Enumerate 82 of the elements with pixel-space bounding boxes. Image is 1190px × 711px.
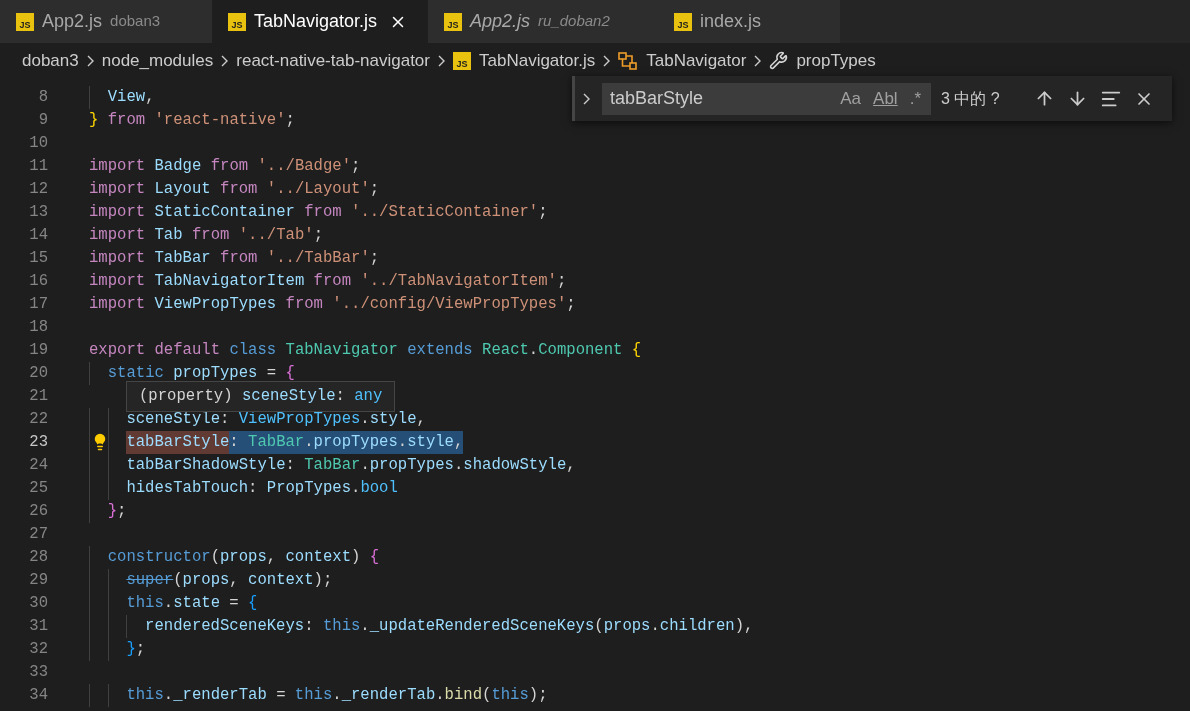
chevron-icon	[583, 92, 590, 105]
code-line: View,	[89, 86, 155, 109]
code-line: import TabBar from '../TabBar';	[89, 248, 380, 269]
code-line: import Tab from '../Tab';	[89, 225, 323, 246]
line-number: 17	[28, 293, 48, 315]
search-option-toggle[interactable]: .*	[907, 90, 923, 107]
code-line: super(props, context);	[89, 569, 333, 592]
editor-tab[interactable]: JS App2.js ru_doban2	[428, 0, 658, 43]
line-number: 20	[28, 362, 48, 384]
line-number: 31	[28, 615, 48, 637]
line-number: 28	[28, 546, 48, 568]
js-file-icon: JS	[16, 12, 34, 31]
editor-tab[interactable]: JS index.js	[658, 0, 840, 43]
code-line: import StaticContainer from '../StaticContainer';	[89, 202, 548, 223]
breadcrumb-item[interactable]: react-native-tab-navigator	[236, 47, 430, 74]
wrench-icon	[769, 51, 789, 70]
breadcrumb-item[interactable]: node_modules	[101, 47, 214, 74]
code-line: export default class TabNavigator extends React.Component {	[89, 340, 642, 361]
tab-description: ru_doban2	[538, 11, 610, 32]
code-line: tabBarStyle: TabBar.propTypes.style,	[89, 431, 464, 454]
js-file-icon: JS	[453, 51, 471, 70]
search-option-toggle[interactable]: Abl	[871, 90, 900, 107]
tab-label: App2.js	[42, 10, 103, 33]
code-line: import Badge from '../Badge';	[89, 156, 361, 177]
chevron-icon	[438, 54, 445, 67]
tab-description: doban3	[110, 11, 161, 32]
line-number: 32	[28, 638, 48, 660]
find-input-field[interactable]: tabBarStyle Aa Abl .*	[602, 82, 931, 115]
code-line: this.state = {	[89, 592, 258, 615]
code-line: import Layout from '../Layout';	[89, 179, 380, 200]
breadcrumb-item[interactable]: propTypes	[796, 47, 876, 74]
js-file-icon: JS	[444, 12, 462, 31]
match-count: 3 中的 ?	[941, 88, 1000, 109]
search-option-toggle[interactable]: Aa	[838, 90, 864, 107]
line-number: 24	[28, 454, 48, 476]
chevron-icon	[221, 54, 229, 67]
code-line: hidesTabTouch: PropTypes.bool	[89, 477, 398, 500]
hover-tooltip: (property) sceneStyle: any	[126, 381, 396, 412]
line-number: 27	[28, 523, 48, 545]
chevron-icon	[603, 54, 611, 67]
code-line: };	[89, 638, 146, 661]
line-number: 9	[37, 109, 48, 131]
chevron-icon	[754, 54, 762, 67]
code-line: };	[89, 500, 127, 523]
code-line: this._renderTab = this._renderTab.bind(this);	[89, 684, 548, 707]
line-number: 29	[28, 569, 48, 591]
line-number: 11	[28, 155, 48, 177]
breadcrumb-item[interactable]: doban3	[22, 47, 79, 74]
editor-tab[interactable]: JS App2.js doban3	[0, 0, 212, 43]
class-symbol-icon	[618, 51, 639, 70]
code-line: tabBarShadowStyle: TabBar.propTypes.shadowStyle,	[89, 454, 576, 477]
tab-label: App2.js	[470, 10, 531, 33]
line-number: 23	[28, 431, 48, 453]
line-number: 25	[28, 477, 48, 499]
js-file-icon: JS	[228, 12, 246, 31]
breadcrumb-item[interactable]: TabNavigator.js	[479, 47, 596, 74]
line-number: 12	[28, 178, 48, 200]
line-number: 18	[28, 316, 48, 338]
line-number: 19	[28, 339, 48, 361]
code-line: import TabNavigatorItem from '../TabNavigatorItem';	[89, 271, 567, 292]
tab-label: index.js	[700, 10, 762, 33]
code-line: import ViewPropTypes from '../config/ViewPropTypes';	[89, 294, 576, 315]
breadcrumb-item[interactable]: TabNavigator	[646, 47, 747, 74]
js-file-icon: JS	[674, 12, 692, 31]
line-number: 30	[28, 592, 48, 614]
line-number: 34	[28, 684, 48, 706]
chevron-icon	[86, 54, 94, 67]
code-line: constructor(props, context) {	[89, 546, 380, 569]
line-number: 13	[28, 201, 48, 223]
editor-tab[interactable]: JS TabNavigator.js	[212, 0, 428, 43]
line-number: 22	[28, 408, 48, 430]
line-number: 14	[28, 224, 48, 246]
line-number: 10	[28, 132, 48, 154]
line-number: 26	[28, 500, 48, 522]
line-number: 15	[28, 247, 48, 269]
line-number: 33	[28, 661, 48, 683]
code-line: renderedSceneKeys: this._updateRenderedSceneKeys(props.children),	[89, 615, 754, 638]
line-number: 21	[28, 385, 48, 407]
code-line: } from 'react-native';	[89, 110, 295, 131]
line-number: 8	[37, 86, 48, 108]
line-number: 16	[28, 270, 48, 292]
tab-label: TabNavigator.js	[254, 10, 378, 33]
